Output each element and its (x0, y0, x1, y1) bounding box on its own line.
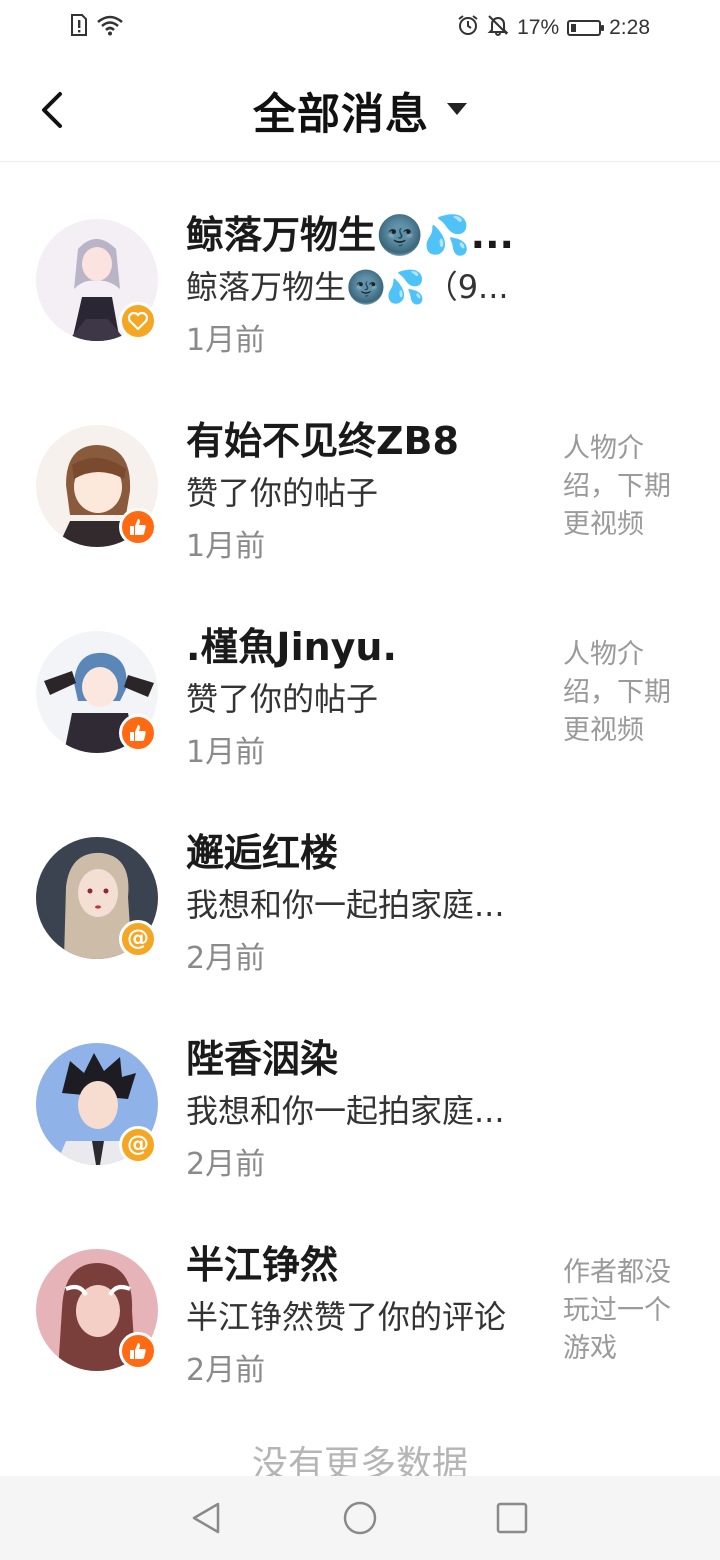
message-item[interactable]: 半江铮然 半江铮然赞了你的评论 2月前 作者都没玩过一个游戏 (0, 1192, 720, 1398)
header: 全部消息 (0, 56, 720, 162)
square-recents-icon (496, 1502, 528, 1534)
battery-percent: 17% (517, 16, 560, 39)
heart-icon (128, 312, 148, 330)
message-time: 1月前 (186, 735, 266, 770)
at-icon: @ (127, 926, 149, 951)
sender-name: 鲸落万物生🌚💦... (186, 213, 514, 257)
post-preview[interactable]: 作者都没玩过一个游戏 (563, 1254, 683, 1368)
sim-alert-icon (70, 13, 88, 41)
caret-down-icon (447, 103, 467, 115)
post-preview[interactable]: 人物介绍，下期更视频 (563, 430, 683, 544)
message-time: 2月前 (186, 1147, 266, 1182)
message-time: 2月前 (186, 941, 266, 976)
badge (119, 714, 157, 752)
message-item[interactable]: 有始不见终ZB8 赞了你的帖子 1月前 人物介绍，下期更视频 (0, 368, 720, 574)
message-time: 1月前 (186, 529, 266, 564)
nav-recents-button[interactable] (494, 1500, 530, 1540)
message-text: 我想和你一起拍家庭... (186, 886, 505, 924)
message-list: 鲸落万物生🌚💦... 鲸落万物生🌚💦（9... 1月前 有始不见终ZB8 赞了你… (0, 162, 720, 1398)
navigation-bar (0, 1476, 720, 1560)
clock: 2:28 (609, 16, 650, 39)
mute-icon (487, 14, 509, 42)
nav-home-button[interactable] (342, 1500, 378, 1540)
thumbs-up-icon (130, 519, 146, 535)
battery-icon (567, 20, 605, 36)
message-time: 1月前 (186, 323, 266, 358)
sender-name: 有始不见终ZB8 (186, 419, 459, 463)
status-right: 17% 2:28 (457, 14, 650, 42)
message-text: 半江铮然赞了你的评论 (186, 1298, 507, 1336)
nav-back-button[interactable] (188, 1500, 224, 1540)
message-text: 赞了你的帖子 (186, 680, 379, 718)
triangle-back-icon (192, 1502, 220, 1534)
circle-home-icon (343, 1501, 377, 1535)
message-item[interactable]: 鲸落万物生🌚💦... 鲸落万物生🌚💦（9... 1月前 (0, 162, 720, 368)
message-item[interactable]: @ 陛香洇染 我想和你一起拍家庭... 2月前 (0, 986, 720, 1192)
status-bar: 17% 2:28 (0, 0, 720, 56)
message-text: 鲸落万物生🌚💦（9... (186, 268, 509, 306)
badge: @ (119, 920, 157, 958)
message-time: 2月前 (186, 1353, 266, 1388)
status-left (70, 13, 124, 41)
badge: @ (119, 1126, 157, 1164)
message-item[interactable]: @ 邂逅红楼 我想和你一起拍家庭... 2月前 (0, 780, 720, 986)
badge (119, 508, 157, 546)
thumbs-up-icon (130, 1343, 146, 1359)
badge (119, 1332, 157, 1370)
sender-name: 邂逅红楼 (186, 831, 339, 875)
alarm-icon (457, 14, 479, 42)
title-dropdown[interactable]: 全部消息 (0, 80, 720, 142)
sender-name: 陛香洇染 (186, 1037, 339, 1081)
at-icon: @ (127, 1132, 149, 1157)
sender-name: 半江铮然 (186, 1243, 339, 1287)
message-text: 赞了你的帖子 (186, 474, 379, 512)
badge (119, 302, 157, 340)
thumbs-up-icon (130, 725, 146, 741)
sender-name: .槿魚Jinyu. (186, 625, 397, 669)
wifi-icon (96, 14, 124, 40)
message-text: 我想和你一起拍家庭... (186, 1092, 505, 1130)
post-preview[interactable]: 人物介绍，下期更视频 (563, 636, 683, 750)
page-title: 全部消息 (253, 90, 429, 140)
message-item[interactable]: .槿魚Jinyu. 赞了你的帖子 1月前 人物介绍，下期更视频 (0, 574, 720, 780)
